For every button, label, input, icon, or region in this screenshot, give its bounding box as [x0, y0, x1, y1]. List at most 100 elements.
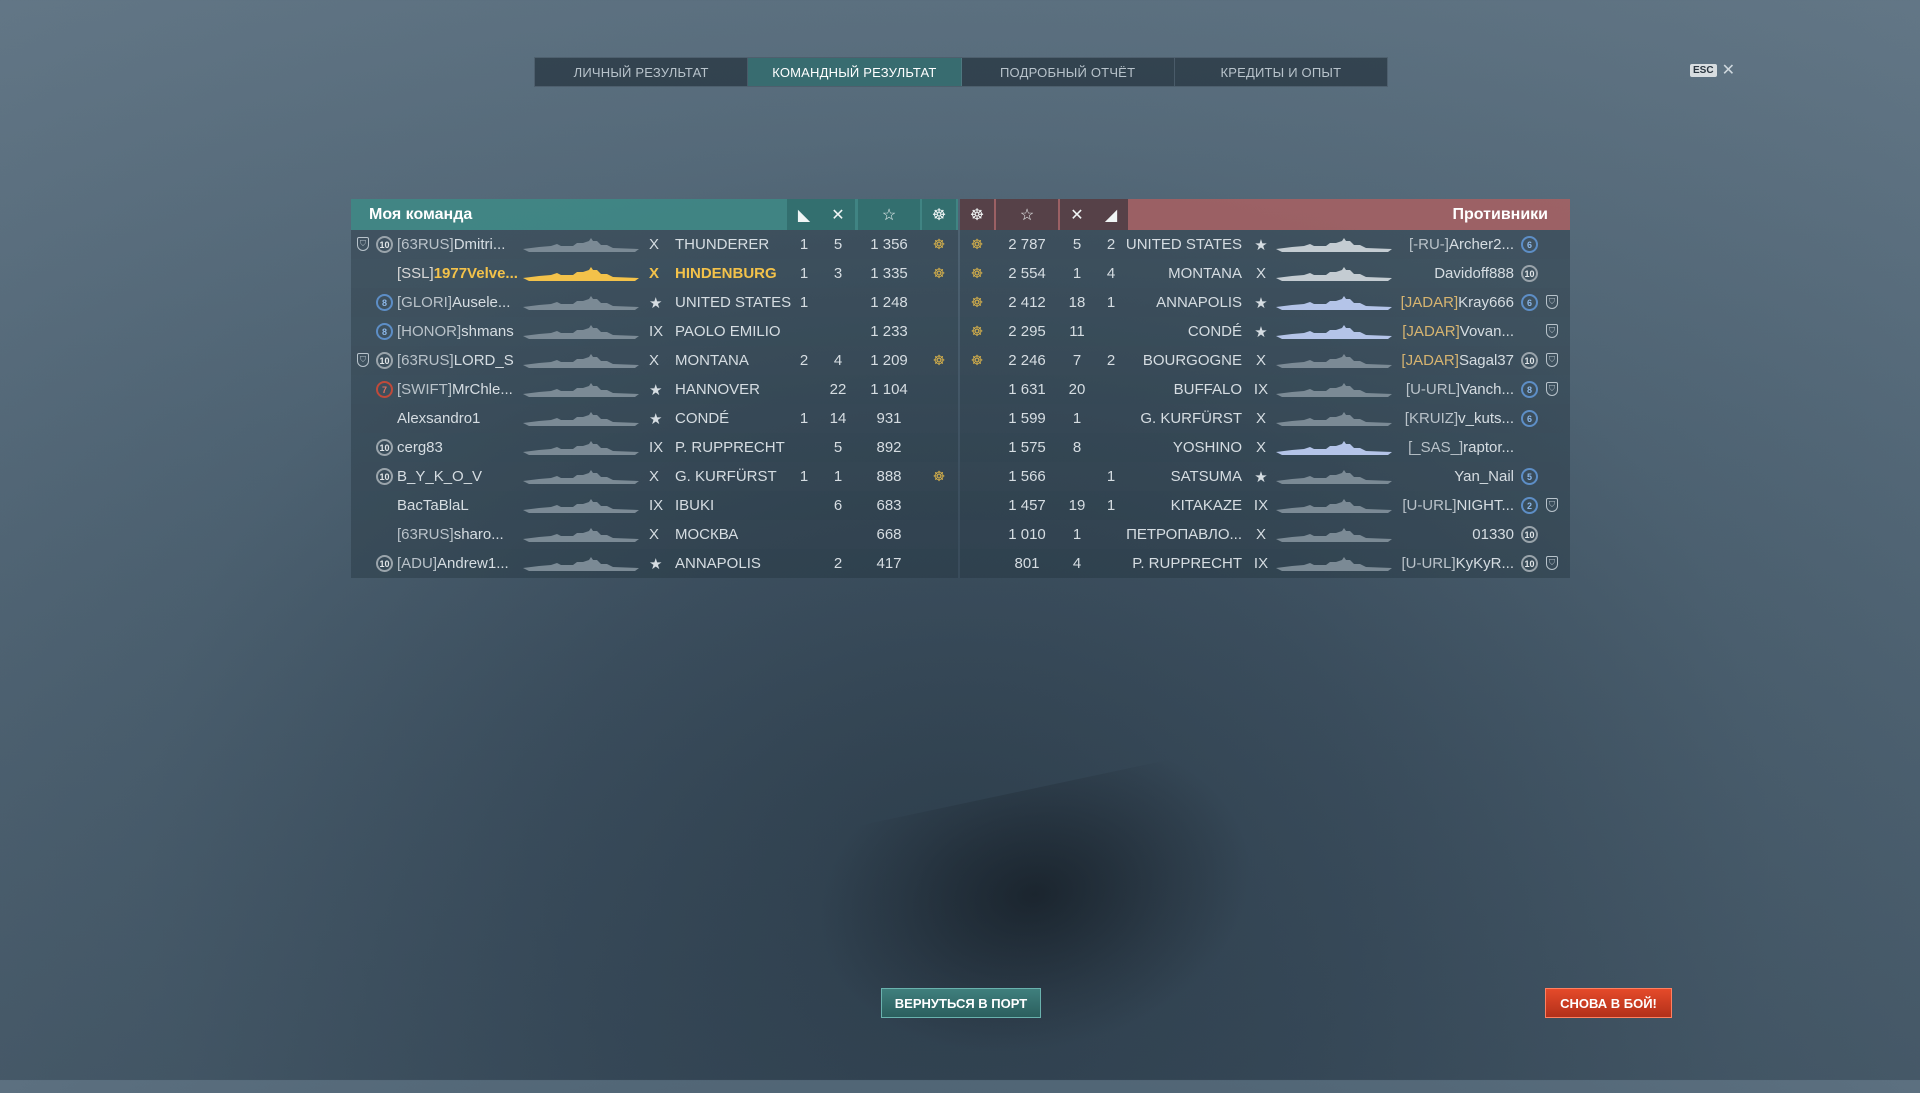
- player-name[interactable]: Alexsandro1: [397, 404, 480, 433]
- ship-name: P. RUPPRECHT: [675, 439, 785, 456]
- player-nick: Vanch...: [1460, 381, 1514, 398]
- ship-tier: ★: [1254, 468, 1268, 486]
- player-name[interactable]: [U-URL] KyKyR...: [1401, 549, 1514, 578]
- ship-silhouette-icon: [523, 266, 639, 281]
- ship-destroyed-icon: ◢: [1094, 199, 1128, 230]
- ships-destroyed: [1094, 375, 1128, 404]
- division-icon: ⛉: [1546, 382, 1558, 396]
- tab-personal-result[interactable]: ЛИЧНЫЙ РЕЗУЛЬТАТ: [535, 58, 749, 86]
- player-name[interactable]: [U-URL] Vanch...: [1406, 375, 1514, 404]
- tab-team-result[interactable]: КОМАНДНЫЙ РЕЗУЛЬТАТ: [748, 58, 962, 86]
- tab-detailed-report[interactable]: ПОДРОБНЫЙ ОТЧЁТ: [962, 58, 1175, 86]
- my-team-header: Моя команда ◣ ✕ ☆ ☸: [351, 199, 958, 230]
- table-row[interactable]: 10 B_Y_K_O_V X G. KURFÜRST 1 1 888 ☸: [351, 462, 958, 491]
- ship-name: MONTANA: [675, 352, 749, 369]
- player-name[interactable]: BacTaBlaL: [397, 491, 469, 520]
- player-name[interactable]: [HONOR] shmans: [397, 317, 514, 346]
- close-icon[interactable]: ✕: [1722, 60, 1735, 80]
- ships-destroyed: 2: [799, 352, 809, 369]
- clan-tag: [U-URL]: [1401, 555, 1456, 572]
- planes-destroyed: 7: [1072, 352, 1082, 369]
- player-name[interactable]: [GLORI] Ausele...: [397, 288, 510, 317]
- table-row[interactable]: ☸ 2 787 5 2 UNITED STATES ★ [-RU-] Archer2... 6: [960, 230, 1570, 259]
- player-name[interactable]: [63RUS] Dmitri...: [397, 230, 505, 259]
- table-row[interactable]: 1 566 1 SATSUMA ★ Yan_Nail 5: [960, 462, 1570, 491]
- table-row[interactable]: ⛉ 10 [63RUS] LORD_S X MONTANA 2 4 1 209 ☸: [351, 346, 958, 375]
- player-name[interactable]: [ADU] Andrew1...: [397, 549, 509, 578]
- table-row[interactable]: BacTaBlaL IX IBUKI 6 683: [351, 491, 958, 520]
- ships-destroyed: [1094, 549, 1128, 578]
- player-nick: Davidoff888: [1434, 265, 1514, 282]
- table-row[interactable]: 1 010 1 ПЕТРОПАВЛО... X 01330 10: [960, 520, 1570, 549]
- enemy-team-header: ☸ ☆ ✕ ◢ Противники: [960, 199, 1570, 230]
- planes-destroyed: 5: [833, 236, 843, 253]
- ship-name: ANNAPOLIS: [1156, 294, 1242, 311]
- planes-destroyed: 2: [833, 555, 843, 572]
- clan-tag: [GLORI]: [397, 294, 453, 311]
- player-name[interactable]: [SWIFT] MrChle...: [397, 375, 513, 404]
- clan-tag: [SWIFT]: [397, 381, 452, 398]
- player-name[interactable]: [JADAR] Sagal37: [1401, 346, 1514, 375]
- commendation-icon: ☸: [970, 265, 984, 281]
- table-row[interactable]: 1 599 1 G. KURFÜRST X [KRUIZ] v_kuts... 6: [960, 404, 1570, 433]
- ships-destroyed: [787, 549, 821, 578]
- ship-tier: X: [1255, 439, 1266, 456]
- player-name[interactable]: [JADAR] Vovan...: [1402, 317, 1514, 346]
- commendation-icon: [922, 404, 956, 433]
- table-row[interactable]: ☸ 2 412 18 1 ANNAPOLIS ★ [JADAR] Kray666 6 ⛉: [960, 288, 1570, 317]
- player-nick: cerg83: [397, 439, 443, 456]
- battle-again-button[interactable]: СНОВА В БОЙ!: [1545, 988, 1672, 1018]
- player-name[interactable]: B_Y_K_O_V: [397, 462, 482, 491]
- table-row[interactable]: 8 [HONOR] shmans IX PAOLO EMILIO 1 233: [351, 317, 958, 346]
- ship-silhouette: [1274, 317, 1394, 346]
- clan-tag: [JADAR]: [1400, 294, 1459, 311]
- table-row[interactable]: 8 [GLORI] Ausele... ★ UNITED STATES 1 1 248: [351, 288, 958, 317]
- table-row[interactable]: 1 631 20 BUFFALO IX [U-URL] Vanch... 8 ⛉: [960, 375, 1570, 404]
- player-name[interactable]: [63RUS] sharo...: [397, 520, 504, 549]
- table-row[interactable]: ☸ 2 246 7 2 BOURGOGNE X [JADAR] Sagal37 10 ⛉: [960, 346, 1570, 375]
- table-row[interactable]: [63RUS] sharo... X МОСКВА 668: [351, 520, 958, 549]
- clan-tag: [SSL]: [397, 265, 434, 282]
- commendation-icon: ☸: [960, 199, 994, 230]
- table-row[interactable]: ☸ 2 554 1 4 MONTANA X Davidoff888 10: [960, 259, 1570, 288]
- table-row[interactable]: 1 575 8 YOSHINO X [_SAS_] raptor...: [960, 433, 1570, 462]
- player-name[interactable]: [-RU-] Archer2...: [1409, 230, 1514, 259]
- player-name[interactable]: Davidoff888: [1434, 259, 1514, 288]
- commendation-icon: [960, 549, 994, 578]
- player-nick: Archer2...: [1448, 236, 1514, 253]
- player-name[interactable]: [KRUIZ] v_kuts...: [1405, 404, 1514, 433]
- tab-credits-xp[interactable]: КРЕДИТЫ И ОПЫТ: [1175, 58, 1387, 86]
- table-row[interactable]: 1 457 19 1 KITAKAZE IX [U-URL] NIGHT... 2 ⛉: [960, 491, 1570, 520]
- table-row[interactable]: 801 4 P. RUPPRECHT IX [U-URL] KyKyR... 10 ⛉: [960, 549, 1570, 578]
- table-row[interactable]: Alexsandro1 ★ CONDÉ 1 14 931: [351, 404, 958, 433]
- table-row[interactable]: 10 cerg83 IX P. RUPPRECHT 5 892: [351, 433, 958, 462]
- planes-destroyed: 1: [833, 468, 843, 485]
- player-name[interactable]: [_SAS_] raptor...: [1408, 433, 1514, 462]
- base-xp: 683: [876, 497, 902, 514]
- ship-name: G. KURFÜRST: [1140, 410, 1242, 427]
- base-xp: 1 335: [870, 265, 908, 282]
- table-row[interactable]: [SSL] 1977Velve... X HINDENBURG 1 3 1 335 ☸: [351, 259, 958, 288]
- player-name[interactable]: [U-URL] NIGHT...: [1402, 491, 1514, 520]
- ships-destroyed: 1: [799, 236, 809, 253]
- ships-destroyed: [787, 375, 821, 404]
- ship-silhouette-icon: [1276, 382, 1392, 397]
- return-to-port-button[interactable]: ВЕРНУТЬСЯ В ПОРТ: [881, 988, 1041, 1018]
- player-name[interactable]: [JADAR] Kray666: [1401, 288, 1514, 317]
- commendation-icon: [960, 433, 994, 462]
- table-row[interactable]: 10 [ADU] Andrew1... ★ ANNAPOLIS 2 417: [351, 549, 958, 578]
- player-name[interactable]: cerg83: [397, 433, 443, 462]
- table-row[interactable]: 7 [SWIFT] MrChle... ★ HANNOVER 22 1 104: [351, 375, 958, 404]
- table-row[interactable]: ⛉ 10 [63RUS] Dmitri... X THUNDERER 1 5 1 356 ☸: [351, 230, 958, 259]
- player-nick: sharo...: [453, 526, 504, 543]
- table-row[interactable]: ☸ 2 295 11 CONDÉ ★ [JADAR] Vovan... ⛉: [960, 317, 1570, 346]
- rank-badge-icon: 10: [1521, 555, 1538, 572]
- base-xp-icon: ☆: [996, 199, 1058, 230]
- ship-silhouette: [1274, 433, 1394, 462]
- ships-destroyed: 1: [799, 468, 809, 485]
- player-name[interactable]: [SSL] 1977Velve...: [397, 259, 518, 288]
- player-name[interactable]: Yan_Nail: [1454, 462, 1514, 491]
- player-name[interactable]: 01330: [1472, 520, 1514, 549]
- player-name[interactable]: [63RUS] LORD_S: [397, 346, 514, 375]
- close-button[interactable]: ESC ✕: [1690, 60, 1735, 80]
